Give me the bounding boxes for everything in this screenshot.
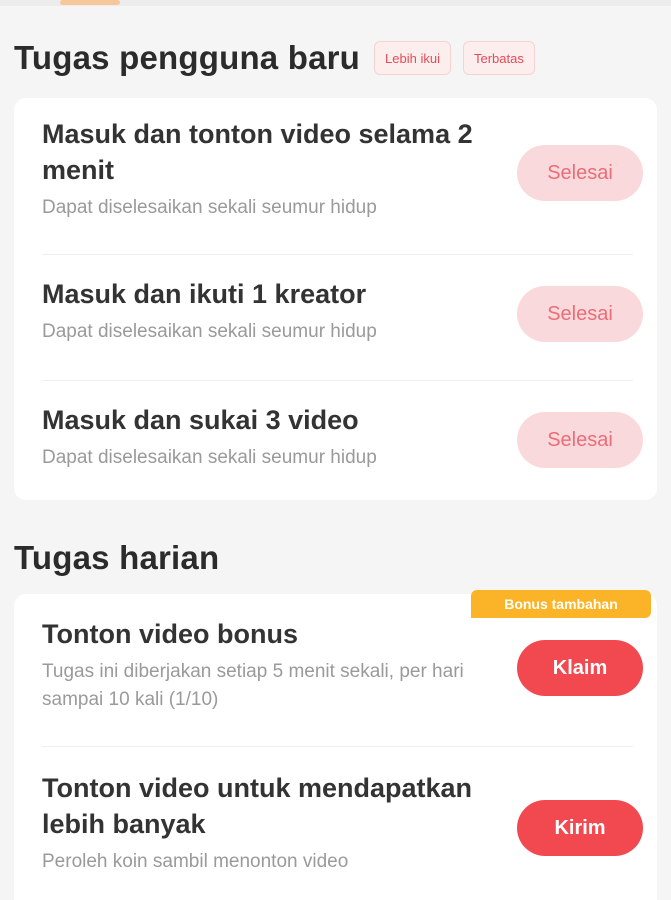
task-follow-creator: Masuk dan ikuti 1 kreator Dapat diselesa… <box>42 276 502 346</box>
complete-button-like-videos[interactable]: Selesai <box>517 412 643 468</box>
complete-button-follow-creator[interactable]: Selesai <box>517 286 643 342</box>
tag-more-info[interactable]: Lebih ikui <box>374 41 451 75</box>
claim-button[interactable]: Klaim <box>517 640 643 696</box>
task-title: Tonton video untuk mendapatkan lebih ban… <box>42 773 473 839</box>
new-user-tasks-card: Masuk dan tonton video selama 2 menit Da… <box>14 98 657 500</box>
complete-button-watch-video[interactable]: Selesai <box>517 145 643 201</box>
daily-tasks-card: Bonus tambahan Tonton video bonus Tugas … <box>14 590 657 900</box>
task-bonus-video: Tonton video bonus Tugas ini diberjakan … <box>42 616 502 714</box>
tag-limited[interactable]: Terbatas <box>462 41 535 75</box>
rewards-page: Tugas pengguna baru Lebih ikui Terbatas … <box>0 0 671 900</box>
task-description: Peroleh koin sambil menonton video <box>42 851 349 872</box>
task-title: Masuk dan sukai 3 video <box>42 405 359 435</box>
top-accent <box>60 0 120 5</box>
task-watch-more: Tonton video untuk mendapatkan lebih ban… <box>42 770 472 876</box>
task-description: Tugas ini diberjakan setiap 5 menit seka… <box>42 661 464 710</box>
task-description: Dapat diselesaikan sekali seumur hidup <box>42 197 377 218</box>
daily-tasks-title: Tugas harian <box>14 539 220 576</box>
task-title: Masuk dan ikuti 1 kreator <box>42 279 367 309</box>
task-description: Dapat diselesaikan sekali seumur hidup <box>42 447 377 468</box>
task-description: Dapat diselesaikan sekali seumur hidup <box>42 321 377 342</box>
new-user-tasks-header: Tugas pengguna baru Lebih ikui Terbatas <box>14 36 535 80</box>
divider <box>42 254 633 255</box>
divider <box>42 380 633 381</box>
task-watch-video: Masuk dan tonton video selama 2 menit Da… <box>42 116 502 222</box>
send-button[interactable]: Kirim <box>517 800 643 856</box>
top-strip <box>0 0 671 6</box>
task-like-videos: Masuk dan sukai 3 video Dapat diselesaik… <box>42 402 502 472</box>
task-title: Tonton video bonus <box>42 619 298 649</box>
new-user-tasks-title: Tugas pengguna baru <box>14 39 361 76</box>
bonus-badge: Bonus tambahan <box>471 590 651 618</box>
divider <box>42 746 633 747</box>
task-title: Masuk dan tonton video selama 2 menit <box>42 119 473 185</box>
daily-tasks-header: Tugas harian <box>14 536 219 580</box>
